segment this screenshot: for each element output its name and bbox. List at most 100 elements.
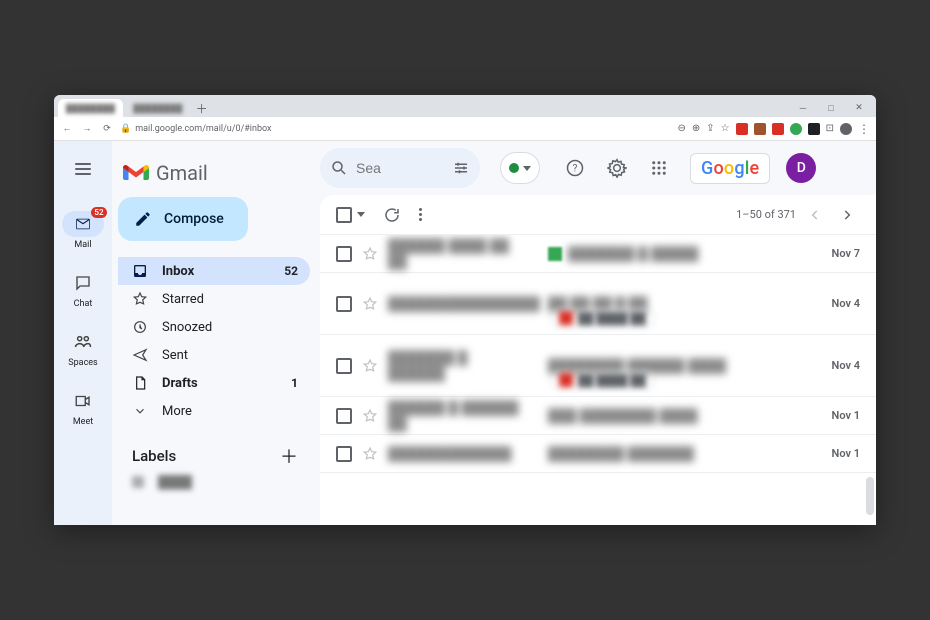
chat-icon xyxy=(70,270,96,296)
browser-tab[interactable]: ████████ xyxy=(125,99,190,117)
main-menu-button[interactable] xyxy=(67,153,99,185)
mail-row[interactable]: █████████████ ████████ ███████ Nov 1 xyxy=(320,435,876,473)
folder-count: 1 xyxy=(291,376,298,390)
rail-spaces[interactable]: Spaces xyxy=(57,329,109,368)
extension-icon[interactable] xyxy=(790,123,802,135)
folder-more[interactable]: More xyxy=(118,397,310,425)
star-button[interactable] xyxy=(362,246,378,262)
pencil-icon xyxy=(134,210,152,228)
address-url[interactable]: mail.google.com/mail/u/0/#inbox xyxy=(135,124,271,134)
profile-avatar-small[interactable] xyxy=(840,123,852,135)
mail-row[interactable]: ████████████████ ██ ██ ██ █ ██ ██ ████ █… xyxy=(320,273,876,335)
window-minimize-button[interactable]: ─ xyxy=(790,99,816,117)
row-checkbox[interactable] xyxy=(336,358,352,374)
sender-name: █████████████ xyxy=(388,446,512,462)
row-checkbox[interactable] xyxy=(336,296,352,312)
help-button[interactable]: ? xyxy=(558,151,592,185)
prev-page-button[interactable] xyxy=(802,202,828,228)
refresh-button[interactable] xyxy=(383,206,401,224)
row-checkbox[interactable] xyxy=(336,246,352,262)
attachment-chip[interactable]: ██ ████ ██ xyxy=(550,370,655,390)
zoom-in-icon[interactable]: ⊕ xyxy=(692,123,700,134)
star-button[interactable] xyxy=(362,446,378,462)
settings-button[interactable] xyxy=(600,151,634,185)
label-item[interactable]: ████ xyxy=(118,469,310,495)
folder-starred[interactable]: Starred xyxy=(118,285,310,313)
star-button[interactable] xyxy=(362,358,378,374)
star-button[interactable] xyxy=(362,296,378,312)
folder-inbox[interactable]: Inbox 52 xyxy=(118,257,310,285)
more-actions-button[interactable] xyxy=(419,208,422,221)
star-icon xyxy=(132,291,148,307)
next-page-button[interactable] xyxy=(834,202,860,228)
search-input[interactable] xyxy=(356,160,416,176)
extension-icon[interactable] xyxy=(772,123,784,135)
folder-sent[interactable]: Sent xyxy=(118,341,310,369)
scrollbar-thumb[interactable] xyxy=(866,477,874,515)
folder-label: Inbox xyxy=(162,264,194,279)
attachment-icon xyxy=(559,373,573,387)
extension-icon[interactable] xyxy=(736,123,748,135)
send-icon xyxy=(132,347,148,363)
dropdown-caret-icon xyxy=(523,166,531,171)
mail-row[interactable]: ██████ █ ██████ ██ ███ ████████ ████ Nov… xyxy=(320,397,876,435)
mail-row[interactable]: ███████ █ ██████ ████████ ██████ ████ ██… xyxy=(320,335,876,397)
forward-button[interactable]: → xyxy=(80,123,94,134)
browser-tab[interactable]: ████████ xyxy=(58,99,123,117)
browser-toolbar: ← → ⟳ 🔒 mail.google.com/mail/u/0/#inbox … xyxy=(54,117,876,141)
avatar-initial: D xyxy=(797,160,806,176)
add-label-button[interactable]: ＋ xyxy=(280,443,298,469)
rail-chat[interactable]: Chat xyxy=(57,270,109,309)
gmail-brand[interactable]: Gmail xyxy=(118,151,310,195)
labels-header: Labels ＋ xyxy=(118,443,310,469)
share-icon[interactable]: ⇪ xyxy=(706,123,714,134)
window-maximize-button[interactable]: □ xyxy=(818,99,844,117)
row-checkbox[interactable] xyxy=(336,446,352,462)
apps-button[interactable] xyxy=(642,151,676,185)
search-box[interactable] xyxy=(320,148,480,188)
rail-mail[interactable]: 52 Mail xyxy=(57,211,109,250)
zoom-out-icon[interactable]: ⊖ xyxy=(677,123,685,134)
sidebar: Gmail Compose Inbox 52 Starred Snoo xyxy=(112,141,320,525)
folder-label: Sent xyxy=(162,348,188,363)
compose-label: Compose xyxy=(164,211,224,227)
google-logo[interactable]: Google xyxy=(690,153,770,184)
mail-date: Nov 4 xyxy=(832,297,860,310)
account-avatar[interactable]: D xyxy=(786,153,816,183)
bookmark-icon[interactable]: ☆ xyxy=(721,123,730,134)
extension-icon[interactable] xyxy=(808,123,820,135)
extensions-menu-icon[interactable]: ⊡ xyxy=(826,123,834,134)
window-close-button[interactable]: ✕ xyxy=(846,99,872,117)
status-chip[interactable] xyxy=(500,152,540,184)
attachment-chip[interactable]: ██ ████ ██ xyxy=(550,308,655,328)
hamburger-icon xyxy=(75,168,91,170)
clock-icon xyxy=(132,319,148,335)
reload-button[interactable]: ⟳ xyxy=(100,124,114,134)
compose-button[interactable]: Compose xyxy=(118,197,248,241)
extension-icon[interactable] xyxy=(754,123,766,135)
star-button[interactable] xyxy=(362,408,378,424)
folder-drafts[interactable]: Drafts 1 xyxy=(118,369,310,397)
label-swatch-icon xyxy=(132,476,144,488)
folder-label: More xyxy=(162,404,192,419)
meet-icon xyxy=(70,388,96,414)
select-all-checkbox[interactable] xyxy=(336,207,365,223)
folder-snoozed[interactable]: Snoozed xyxy=(118,313,310,341)
spaces-icon xyxy=(70,329,96,355)
search-options-icon[interactable] xyxy=(452,159,470,177)
folder-label: Starred xyxy=(162,292,204,307)
row-checkbox[interactable] xyxy=(336,408,352,424)
browser-tabstrip: ████████ ████████ ＋ ─ □ ✕ xyxy=(54,95,876,117)
rail-meet-label: Meet xyxy=(73,417,93,427)
app-rail: 52 Mail Chat Spaces Meet xyxy=(54,141,112,525)
mail-date: Nov 1 xyxy=(832,447,860,460)
back-button[interactable]: ← xyxy=(60,123,74,134)
svg-text:?: ? xyxy=(573,163,578,174)
refresh-icon xyxy=(383,206,401,224)
chrome-menu-icon[interactable]: ⋮ xyxy=(858,122,870,136)
mail-row[interactable]: ██████ ████ ██ ██ ███████ █ █████ Nov 7 xyxy=(320,235,876,273)
new-tab-button[interactable]: ＋ xyxy=(193,100,211,117)
rail-meet[interactable]: Meet xyxy=(57,388,109,427)
rail-spaces-label: Spaces xyxy=(68,358,97,368)
mail-date: Nov 7 xyxy=(832,247,860,260)
